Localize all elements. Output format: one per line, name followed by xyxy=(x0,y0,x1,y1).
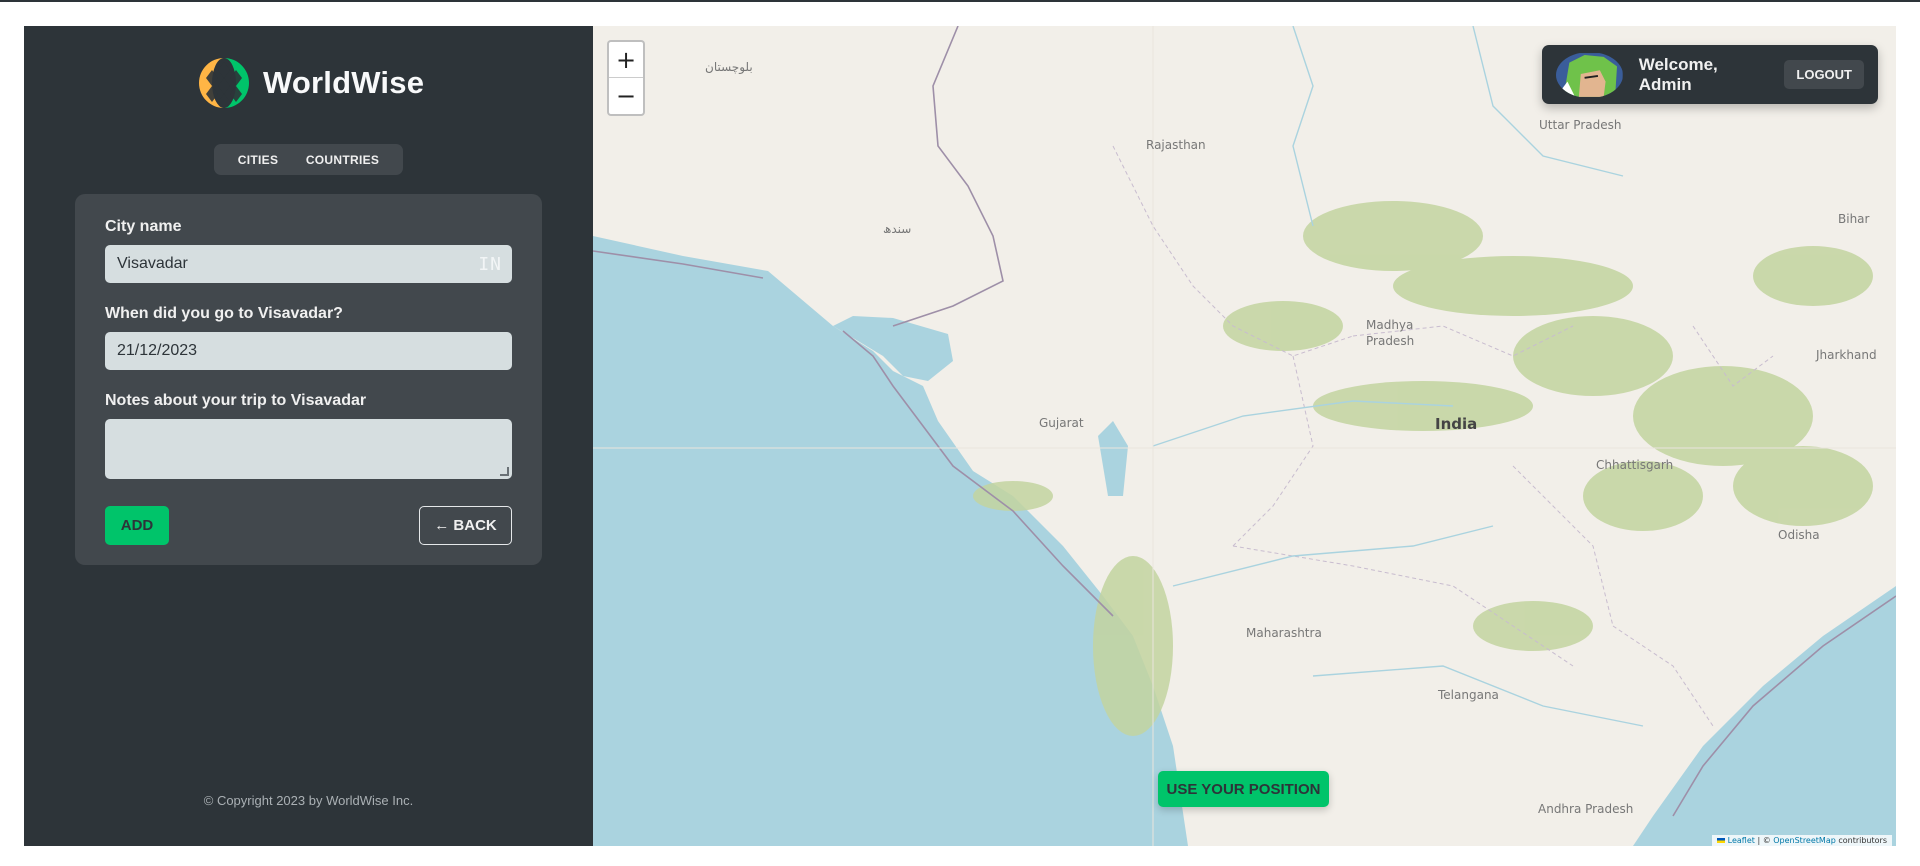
add-city-form: City name Visavadar IN When did you go t… xyxy=(75,194,542,565)
globe-logo-icon xyxy=(199,58,249,108)
app-layout: WorldWise Cities Countries City name Vis… xyxy=(24,26,1896,846)
top-border xyxy=(0,0,1920,2)
map-label-india: India xyxy=(1435,415,1478,433)
map-label-chhattisgarh: Chhattisgarh xyxy=(1596,458,1674,472)
back-button[interactable]: ← Back xyxy=(419,506,512,545)
leaflet-link[interactable]: Leaflet xyxy=(1728,836,1755,845)
notes-group: Notes about your trip to Visavadar xyxy=(105,392,512,479)
tab-countries[interactable]: Countries xyxy=(300,149,385,171)
map-label-sindh: سندھ xyxy=(883,222,912,236)
city-name-label: City name xyxy=(105,218,182,235)
map-label-maharashtra: Maharashtra xyxy=(1246,626,1322,640)
sidebar-tabs: Cities Countries xyxy=(214,144,403,175)
welcome-text: Welcome, Admin xyxy=(1638,54,1718,94)
logout-button[interactable]: Logout xyxy=(1784,60,1864,89)
logo[interactable]: WorldWise xyxy=(197,56,424,110)
copyright: © Copyright 2023 by WorldWise Inc. xyxy=(203,793,414,808)
city-name-value: Visavadar xyxy=(117,255,188,272)
add-button[interactable]: Add xyxy=(105,506,169,545)
map-label-madhya-1: Madhya xyxy=(1366,318,1414,332)
map-label-balochistan: بلوچستان xyxy=(705,60,753,74)
date-value: 21/12/2023 xyxy=(117,342,198,359)
tab-cities[interactable]: Cities xyxy=(232,149,284,171)
zoom-control: + − xyxy=(607,40,645,116)
form-buttons: Add ← Back xyxy=(105,506,512,545)
app-name: WorldWise xyxy=(263,65,425,100)
date-input[interactable]: 21/12/2023 xyxy=(105,332,512,370)
avatar xyxy=(1556,52,1623,97)
notes-label: Notes about your trip to Visavadar xyxy=(105,392,367,409)
date-group: When did you go to Visavadar? 21/12/2023 xyxy=(105,305,512,370)
attribution-sep: | © xyxy=(1754,836,1774,845)
map-tiles xyxy=(593,26,1896,846)
osm-link[interactable]: OpenStreetMap xyxy=(1773,836,1836,845)
map-label-jharkhand: Jharkhand xyxy=(1816,348,1877,362)
map[interactable]: بلوچستان سندھ Rajasthan Uttar Pradesh Bi… xyxy=(593,26,1896,846)
map-attribution: Leaflet | © OpenStreetMap contributors xyxy=(1712,835,1892,846)
city-name-group: City name Visavadar IN xyxy=(105,218,512,283)
sidebar: WorldWise Cities Countries City name Vis… xyxy=(24,26,593,846)
city-name-input[interactable]: Visavadar IN xyxy=(105,245,512,283)
map-label-bihar: Bihar xyxy=(1838,212,1870,226)
map-label-gujarat: Gujarat xyxy=(1039,416,1084,430)
user-panel: Welcome, Admin Logout xyxy=(1542,45,1878,104)
notes-textarea[interactable] xyxy=(105,419,512,479)
map-label-rajasthan: Rajasthan xyxy=(1146,138,1206,152)
date-label: When did you go to Visavadar? xyxy=(105,305,343,322)
country-flag: IN xyxy=(478,254,502,275)
map-label-telangana: Telangana xyxy=(1438,688,1499,702)
ukraine-flag-icon xyxy=(1717,838,1726,843)
map-label-odisha: Odisha xyxy=(1778,528,1820,542)
resize-grip-icon[interactable] xyxy=(500,467,509,476)
zoom-in-button[interactable]: + xyxy=(609,42,643,78)
attribution-suffix: contributors xyxy=(1835,836,1887,845)
use-position-button[interactable]: Use your position xyxy=(1158,771,1329,807)
zoom-out-button[interactable]: − xyxy=(609,78,643,114)
map-label-uttar-pradesh: Uttar Pradesh xyxy=(1539,118,1622,132)
map-label-andhra-pradesh: Andhra Pradesh xyxy=(1538,802,1634,816)
map-label-madhya-2: Pradesh xyxy=(1366,334,1415,348)
